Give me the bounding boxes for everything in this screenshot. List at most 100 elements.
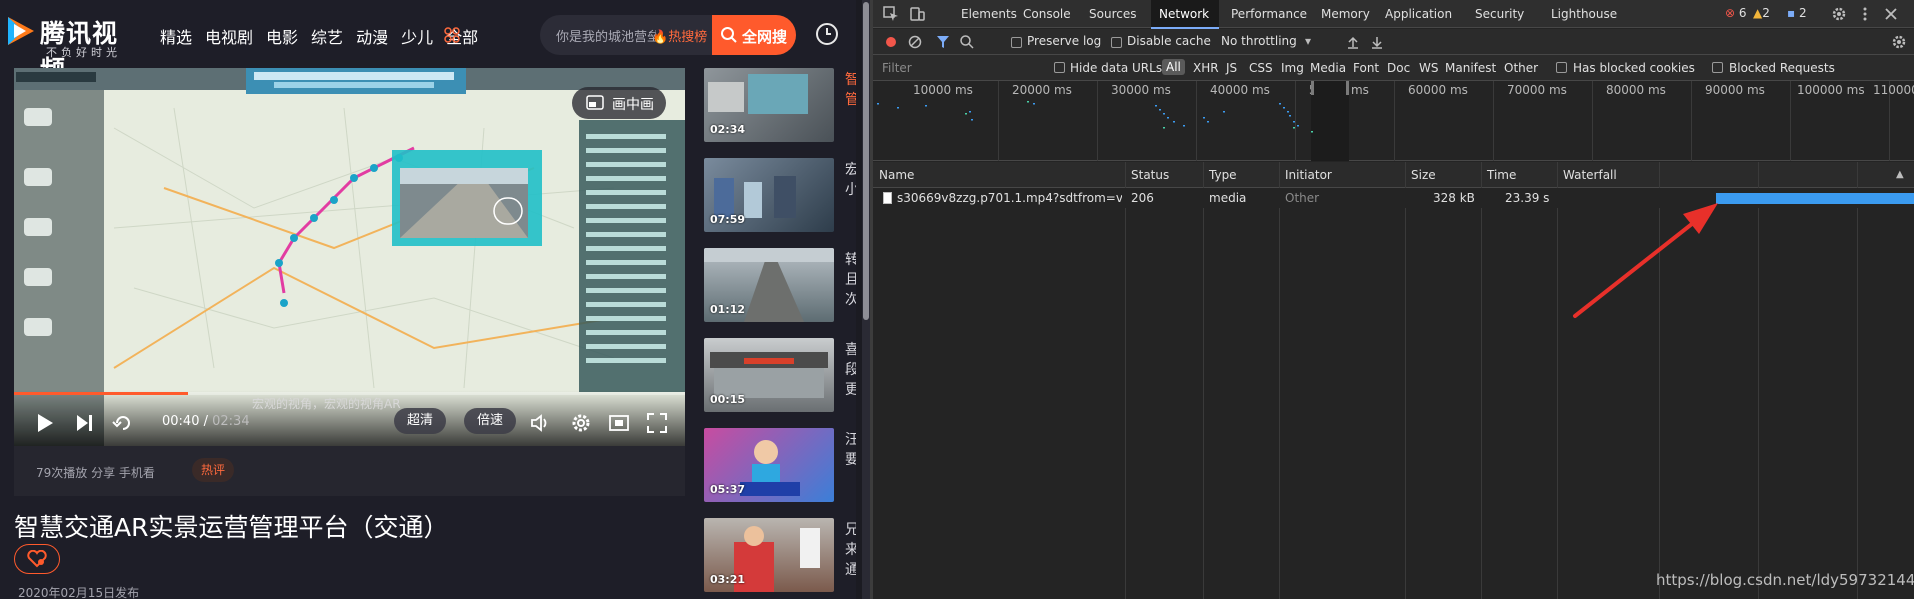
- tab-network[interactable]: Network: [1151, 0, 1219, 29]
- fullscreen-icon[interactable]: [646, 412, 668, 434]
- blocked-requests-checkbox[interactable]: [1712, 62, 1723, 73]
- filter-type-media[interactable]: Media: [1310, 61, 1346, 75]
- list-item-caption[interactable]: 宏小: [845, 160, 856, 200]
- column-divider[interactable]: [1405, 162, 1406, 599]
- hide-data-urls-checkbox[interactable]: [1054, 62, 1065, 73]
- import-har-icon[interactable]: [1345, 34, 1361, 50]
- progress-bar[interactable]: [14, 392, 685, 395]
- page-scrollbar[interactable]: [862, 0, 870, 599]
- scrollbar-thumb[interactable]: [863, 2, 869, 320]
- list-item[interactable]: 07:59: [704, 158, 834, 232]
- device-toolbar-icon[interactable]: [909, 6, 925, 22]
- sort-ascending-icon[interactable]: ▲: [1896, 169, 1904, 180]
- column-divider[interactable]: [1203, 162, 1204, 599]
- export-har-icon[interactable]: [1369, 34, 1385, 50]
- column-waterfall[interactable]: Waterfall: [1563, 168, 1617, 182]
- loop-icon[interactable]: [112, 412, 134, 434]
- request-name[interactable]: s30669v8zzg.p701.1.mp4?sdtfrom=v1010&gui…: [897, 191, 1122, 205]
- history-clock-icon[interactable]: [815, 22, 839, 46]
- chevron-down-icon[interactable]: ▾: [1305, 34, 1311, 48]
- volume-icon[interactable]: [530, 412, 552, 434]
- list-item[interactable]: 01:12: [704, 248, 834, 322]
- list-item-caption[interactable]: 兄来通: [845, 520, 856, 580]
- filter-type-css[interactable]: CSS: [1249, 61, 1273, 75]
- web-fullscreen-icon[interactable]: [608, 412, 630, 434]
- filter-type-all[interactable]: All: [1162, 59, 1185, 75]
- network-settings-gear-icon[interactable]: [1891, 34, 1907, 50]
- column-type[interactable]: Type: [1209, 168, 1237, 182]
- message-counter[interactable]: ▪ 2: [1787, 6, 1807, 20]
- column-time[interactable]: Time: [1487, 168, 1516, 182]
- throttling-select[interactable]: No throttling: [1221, 34, 1297, 48]
- search-icon[interactable]: [959, 34, 975, 50]
- list-item[interactable]: 05:37: [704, 428, 834, 502]
- play-icon[interactable]: [34, 412, 56, 434]
- filter-type-manifest[interactable]: Manifest: [1445, 61, 1496, 75]
- tab-performance[interactable]: Performance: [1223, 0, 1313, 28]
- search-input[interactable]: 你是我的城池营垒: [556, 26, 656, 45]
- list-item[interactable]: 02:34: [704, 68, 834, 142]
- network-overview[interactable]: 10000 ms 20000 ms 30000 ms 40000 ms 5000…: [873, 81, 1914, 161]
- filter-type-doc[interactable]: Doc: [1387, 61, 1410, 75]
- column-name[interactable]: Name: [879, 168, 914, 182]
- column-initiator[interactable]: Initiator: [1285, 168, 1332, 182]
- nav-item-anime[interactable]: 动漫: [356, 24, 388, 48]
- nav-item-kids[interactable]: 少儿: [401, 24, 433, 48]
- tab-console[interactable]: Console: [1015, 0, 1081, 28]
- tab-application[interactable]: Application: [1377, 0, 1465, 28]
- hot-search-link[interactable]: 🔥热搜榜: [652, 26, 707, 45]
- list-item-caption[interactable]: 转且次: [845, 250, 856, 310]
- column-divider[interactable]: [1557, 162, 1558, 599]
- tab-lighthouse[interactable]: Lighthouse: [1543, 0, 1623, 28]
- tab-security[interactable]: Security: [1467, 0, 1533, 28]
- list-item-caption[interactable]: 汪要: [845, 430, 856, 470]
- error-counter[interactable]: ⊗ 6: [1725, 6, 1747, 20]
- filter-type-font[interactable]: Font: [1353, 61, 1379, 75]
- nav-item-featured[interactable]: 精选: [160, 24, 192, 48]
- quality-button[interactable]: 超清: [394, 408, 446, 434]
- clear-icon[interactable]: [907, 34, 923, 50]
- settings-gear-icon[interactable]: [1831, 6, 1847, 22]
- column-divider[interactable]: [1481, 162, 1482, 599]
- column-divider[interactable]: [1279, 162, 1280, 599]
- list-item-caption[interactable]: 智管: [845, 70, 856, 110]
- tab-elements[interactable]: Elements: [953, 0, 1017, 28]
- column-status[interactable]: Status: [1131, 168, 1169, 182]
- filter-type-other[interactable]: Other: [1504, 61, 1538, 75]
- column-divider[interactable]: [1125, 162, 1126, 599]
- waterfall-bar[interactable]: [1716, 193, 1914, 204]
- filter-type-img[interactable]: Img: [1281, 61, 1304, 75]
- nav-item-movies[interactable]: 电影: [266, 24, 298, 48]
- next-icon[interactable]: [74, 412, 96, 434]
- search-button[interactable]: 全网搜: [712, 15, 796, 55]
- more-options-icon[interactable]: [1857, 6, 1873, 22]
- record-icon[interactable]: [883, 34, 899, 50]
- close-icon[interactable]: [1883, 6, 1899, 22]
- list-item-caption[interactable]: 喜段更: [845, 340, 856, 400]
- nav-item-tv[interactable]: 电视剧: [205, 24, 253, 48]
- filter-type-xhr[interactable]: XHR: [1193, 61, 1219, 75]
- hot-comments-badge[interactable]: 热评: [192, 458, 234, 482]
- favorite-button[interactable]: [14, 544, 60, 574]
- filter-funnel-icon[interactable]: [935, 34, 951, 50]
- table-row[interactable]: s30669v8zzg.p701.1.mp4?sdtfrom=v1010&gui…: [873, 188, 1914, 208]
- warning-counter[interactable]: ▲2: [1753, 6, 1770, 20]
- preserve-log-checkbox[interactable]: [1011, 37, 1022, 48]
- video-player[interactable]: 画中画 宏观的视角，宏观的视角AR 00:40 / 02:34 超清 倍速: [14, 68, 685, 446]
- site-logo[interactable]: 腾讯视频 不负好时光: [4, 10, 136, 84]
- filter-type-ws[interactable]: WS: [1419, 61, 1438, 75]
- more-dots-icon[interactable]: [444, 27, 460, 43]
- speed-button[interactable]: 倍速: [464, 408, 516, 434]
- filter-input[interactable]: Filter: [879, 58, 1049, 78]
- filter-type-js[interactable]: JS: [1226, 61, 1237, 75]
- picture-in-picture-button[interactable]: 画中画: [572, 87, 666, 119]
- list-item[interactable]: 00:15: [704, 338, 834, 412]
- tab-memory[interactable]: Memory: [1313, 0, 1377, 28]
- nav-item-variety[interactable]: 综艺: [311, 24, 343, 48]
- has-blocked-cookies-checkbox[interactable]: [1556, 62, 1567, 73]
- settings-gear-icon[interactable]: [570, 412, 592, 434]
- list-item[interactable]: 03:21: [704, 518, 834, 592]
- tab-sources[interactable]: Sources: [1081, 0, 1147, 28]
- column-size[interactable]: Size: [1411, 168, 1436, 182]
- disable-cache-checkbox[interactable]: [1111, 37, 1122, 48]
